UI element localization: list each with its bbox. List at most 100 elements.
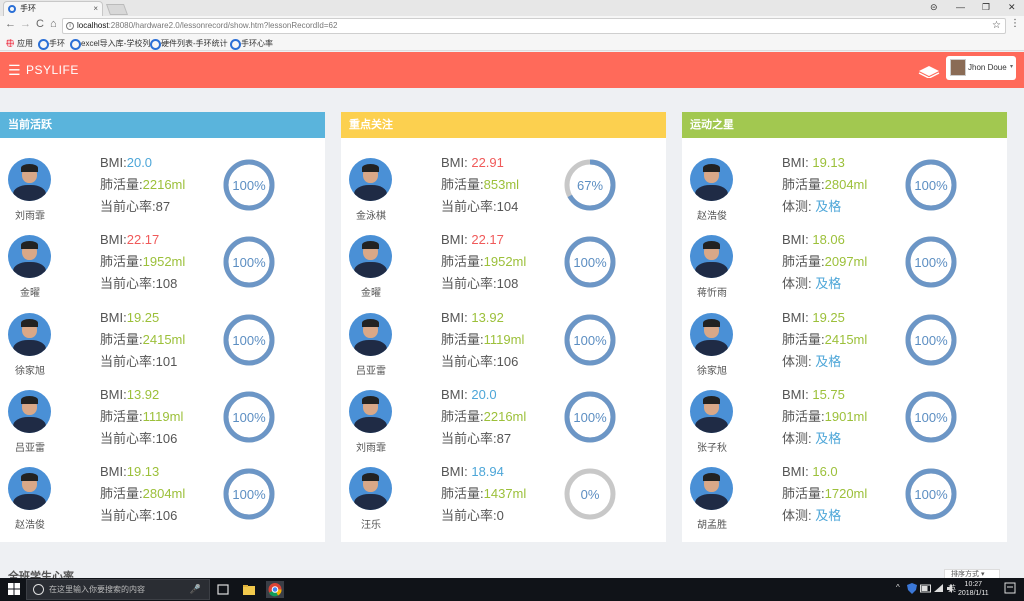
ring-percent: 0% [581, 487, 600, 502]
third-value: 及格 [815, 276, 842, 292]
new-tab-button[interactable] [105, 4, 129, 15]
notification-icon[interactable] [1004, 582, 1016, 595]
third-value: 及格 [815, 199, 842, 214]
task-view-icon[interactable] [214, 581, 232, 598]
bmi-label: BMI: [782, 155, 813, 170]
student-card[interactable]: 刘雨霏 BMI:20.0 肺活量:2216ml 当前心率:87 100% [0, 155, 325, 235]
student-name: 吕亚雷 [15, 442, 45, 454]
bmi-value: 16.0 [812, 464, 838, 480]
third-label: 当前心率: [441, 353, 497, 369]
student-card[interactable]: 刘雨霏 BMI: 20.0 肺活量:2216ml 当前心率:87 100% [341, 387, 666, 467]
third-value: 87 [496, 430, 512, 446]
bmi-value: 18.06 [812, 232, 845, 248]
user-menu-button[interactable]: Jhon Doue ▾ [946, 56, 1016, 80]
bmi-value: 19.25 [126, 309, 160, 325]
bookmark-star-icon[interactable]: ☆ [992, 19, 1001, 33]
maximize-button[interactable]: ❐ [982, 2, 990, 13]
bookmark-item[interactable]: 手环 [38, 38, 65, 50]
close-window-button[interactable]: ✕ [1008, 2, 1016, 13]
vital-capacity-value: 1952ml [142, 254, 186, 270]
student-name: 金曜 [361, 288, 381, 300]
progress-ring: 100% [905, 468, 957, 520]
student-card[interactable]: 赵浩俊 BMI:19.13 肺活量:2804ml 当前心率:106 100% [0, 464, 325, 544]
forward-button[interactable]: → [20, 18, 31, 30]
progress-ring: 100% [223, 236, 275, 288]
student-card[interactable]: 胡孟胜 BMI: 16.0 肺活量:1720ml 体测: 及格 100% [682, 464, 1007, 544]
student-name: 徐家旭 [697, 365, 727, 377]
student-card[interactable]: 汪乐 BMI: 18.94 肺活量:1437ml 当前心率:0 0% [341, 464, 666, 544]
avatar-body [695, 185, 728, 201]
vital-capacity-value: 1901ml [824, 408, 868, 424]
home-button[interactable]: ⌂ [50, 18, 57, 30]
student-card[interactable]: 金曜 BMI:22.17 肺活量:1952ml 当前心率:108 100% [0, 232, 325, 312]
bookmark-apps[interactable]: 应用 [6, 38, 33, 49]
bookmark-item[interactable]: 手环心率 [230, 38, 273, 50]
progress-ring: 100% [564, 314, 616, 366]
student-card[interactable]: 徐家旭 BMI:19.25 肺活量:2415ml 当前心率:101 100% [0, 309, 325, 390]
third-line: 当前心率:108 [100, 273, 185, 295]
shield-icon[interactable] [906, 582, 918, 595]
windows-start-icon[interactable] [8, 583, 20, 595]
student-card[interactable]: 吕亚雷 BMI:13.92 肺活量:1119ml 当前心率:106 100% [0, 387, 325, 467]
student-stats: BMI: 22.17 肺活量:1952ml 当前心率:108 [441, 229, 526, 295]
student-name: 徐家旭 [15, 365, 45, 377]
menu-icon[interactable]: ☰ [8, 62, 21, 79]
browser-tab-strip: 手环 × ⊝ — ❐ ✕ [0, 0, 1024, 16]
student-card[interactable]: 徐家旭 BMI: 19.25 肺活量:2415ml 体测: 及格 100% [682, 309, 1007, 390]
student-card[interactable]: 赵浩俊 BMI: 19.13 肺活量:2804ml 体测: 及格 100% [682, 155, 1007, 235]
avatar-hair [362, 164, 379, 172]
network-icon[interactable] [933, 583, 944, 594]
third-value: 106 [496, 353, 519, 369]
url-input[interactable]: i localhost:28080/hardware2.0/lessonreco… [62, 18, 1006, 34]
bmi-label: BMI: [782, 309, 813, 325]
bmi-label: BMI: [100, 386, 127, 402]
student-card[interactable]: 吕亚雷 BMI: 13.92 肺活量:1119ml 当前心率:106 100% [341, 310, 666, 390]
bookmark-item[interactable]: 硬件列表-手环统计 [150, 38, 228, 50]
bookmark-item[interactable]: excel导入库-学校列 [70, 38, 150, 50]
vital-capacity-line: 肺活量:2804ml [782, 174, 867, 196]
minimize-button[interactable]: — [956, 2, 965, 12]
bmi-line: BMI:20.0 [100, 152, 185, 174]
vital-capacity-value: 2415ml [824, 331, 868, 347]
third-label: 当前心率: [441, 199, 497, 214]
third-value: 及格 [815, 430, 842, 446]
tab-close-icon[interactable]: × [93, 2, 98, 16]
reload-button[interactable]: C [36, 18, 44, 30]
student-card[interactable]: 张子秋 BMI: 15.75 肺活量:1901ml 体测: 及格 100% [682, 387, 1007, 467]
browser-menu-icon[interactable]: ⋮ [1010, 18, 1020, 29]
tray-expand-icon[interactable]: ^ [896, 583, 900, 592]
panel-title: 当前活跃 [0, 112, 325, 138]
ring-percent: 100% [232, 487, 266, 502]
book-icon[interactable] [918, 64, 940, 78]
microphone-icon[interactable]: 🎤 [190, 580, 201, 599]
profile-icon[interactable]: ⊝ [930, 2, 938, 13]
vital-capacity-label: 肺活量: [100, 486, 143, 502]
taskbar-search-input[interactable]: 在这里输入你要搜索的内容 🎤 [26, 579, 210, 600]
vital-capacity-value: 1119ml [142, 408, 184, 424]
chevron-down-icon: ▾ [1009, 64, 1013, 70]
ring-percent: 100% [573, 255, 607, 270]
taskbar-clock[interactable]: 10:27 2018/1/11 [958, 580, 989, 598]
third-line: 当前心率:87 [441, 428, 526, 450]
ring-percent: 100% [914, 255, 948, 270]
brand-title: PSYLIFE [26, 63, 79, 77]
ring-percent: 100% [914, 487, 948, 502]
student-card[interactable]: 金泳棋 BMI: 22.91 肺活量:853ml 当前心率:104 67% [341, 155, 666, 235]
file-explorer-icon[interactable] [240, 581, 258, 598]
bmi-line: BMI: 20.0 [441, 384, 526, 406]
vital-capacity-value: 2216ml [483, 408, 527, 424]
chrome-icon[interactable] [266, 581, 284, 598]
back-button[interactable]: ← [5, 18, 16, 30]
student-stats: BMI:13.92 肺活量:1119ml 当前心率:106 [100, 384, 183, 450]
info-icon[interactable]: i [66, 22, 74, 30]
taskbar: 在这里输入你要搜索的内容 🎤 ^ 英 10:27 2018/1/11 [0, 578, 1024, 601]
student-card[interactable]: 金曜 BMI: 22.17 肺活量:1952ml 当前心率:108 100% [341, 232, 666, 312]
third-label: 体测: [782, 430, 816, 446]
bmi-line: BMI: 19.13 [782, 152, 867, 174]
input-language[interactable]: 英 [948, 583, 956, 594]
student-avatar [690, 389, 733, 433]
browser-tab[interactable]: 手环 × [3, 1, 103, 16]
student-card[interactable]: 蒋忻雨 BMI: 18.06 肺活量:2097ml 体测: 及格 100% [682, 232, 1007, 312]
ring-percent: 100% [914, 333, 948, 348]
battery-icon[interactable] [920, 584, 932, 594]
